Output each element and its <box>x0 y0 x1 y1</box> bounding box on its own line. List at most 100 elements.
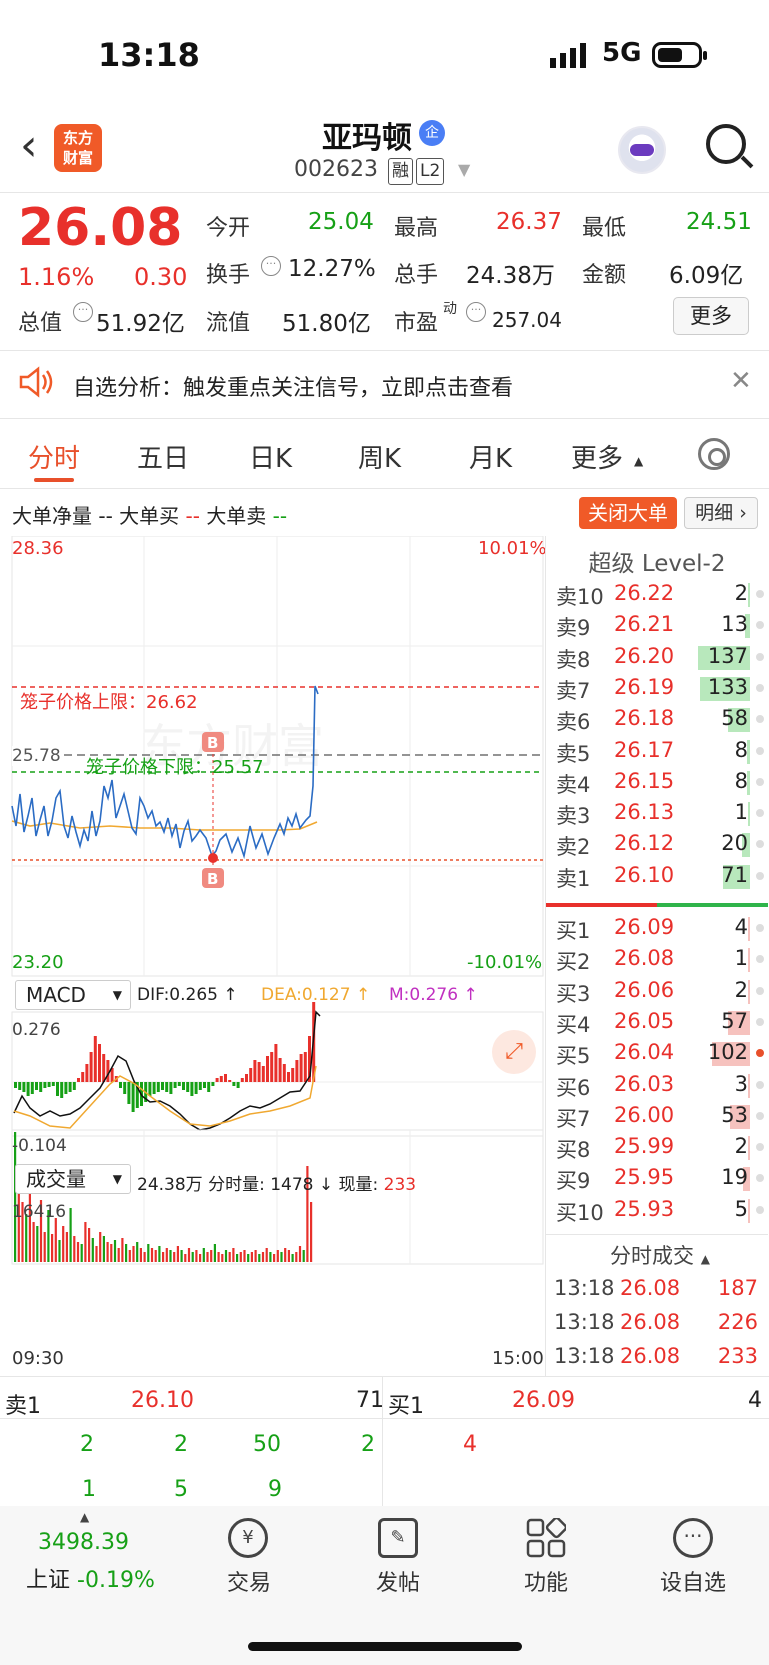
macd-bar <box>282 1064 286 1082</box>
app-logo[interactable]: 东方 财富 <box>54 124 102 172</box>
ask-row[interactable]: 卖5 26.17 8 <box>546 736 768 767</box>
bid-row[interactable]: 买1 26.09 4 <box>546 913 768 944</box>
volume-info: 24.38万 分时量: 1478 ↓ 现量: 233 <box>137 1175 417 1195</box>
mcap-label: 总值 <box>18 311 63 336</box>
volume-bar <box>273 1254 276 1262</box>
post-icon[interactable]: ✎ <box>378 1518 418 1558</box>
macd-bar <box>131 1082 135 1112</box>
ask-row[interactable]: 卖1 26.10 71 <box>546 861 768 892</box>
ask-row[interactable]: 卖2 26.12 20 <box>546 829 768 860</box>
ticks-title[interactable]: 分时成交 ▲ <box>610 1240 710 1270</box>
bid-price: 25.99 <box>614 1134 675 1159</box>
volume-bar <box>284 1248 287 1262</box>
close-icon[interactable]: ✕ <box>730 366 752 396</box>
ask-dot <box>756 652 764 661</box>
notice-text[interactable]: 自选分析：触发重点关注信号，立即点击查看 <box>73 370 513 402</box>
tab-daily-k[interactable]: 日K <box>249 438 292 475</box>
bid-dot <box>756 1080 764 1089</box>
ask-row[interactable]: 卖9 26.21 13 <box>546 610 768 641</box>
ask-row[interactable]: 卖3 26.13 1 <box>546 798 768 829</box>
footer-function[interactable]: 功能 <box>491 1565 601 1597</box>
ask-row[interactable]: 卖8 26.20 137 <box>546 642 768 673</box>
expand-up-icon[interactable]: ▲ <box>80 1510 89 1524</box>
ask-volume: 8 <box>734 768 748 793</box>
tab-more[interactable]: 更多 <box>571 438 623 475</box>
expand-icon[interactable]: ⤢ <box>492 1030 536 1074</box>
info-icon[interactable]: ··· <box>261 256 281 276</box>
volume-select[interactable]: 成交量 ▼ <box>15 1164 131 1194</box>
stock-switch-caret-icon[interactable]: ▼ <box>458 160 470 179</box>
detail-button[interactable]: 明细 › <box>684 497 758 529</box>
volume-bar <box>176 1246 179 1262</box>
bid-row[interactable]: 买6 26.03 3 <box>546 1070 768 1101</box>
ask-row[interactable]: 卖10 26.22 2 <box>546 579 768 610</box>
more-button[interactable]: 更多 <box>673 297 749 335</box>
volume-bar <box>247 1254 250 1262</box>
bottom-ask-price: 26.10 <box>131 1388 194 1413</box>
ask-dot <box>756 621 764 630</box>
footer-post[interactable]: 发帖 <box>343 1565 453 1597</box>
ask-dot <box>756 871 764 880</box>
ask-price: 26.22 <box>614 581 675 605</box>
index-line[interactable]: 上证 -0.19% <box>26 1562 155 1594</box>
bid-row[interactable]: 买4 26.05 57 <box>546 1007 768 1038</box>
chart-bottom-price: 23.20 <box>12 952 64 973</box>
bid-volume-bar <box>748 917 750 941</box>
settings-gear-icon[interactable] <box>698 438 730 470</box>
ask-queue-item: 5 <box>174 1477 188 1502</box>
search-icon[interactable] <box>706 124 746 164</box>
volume-bar <box>291 1254 294 1262</box>
footer-add-watch[interactable]: 设自选 <box>638 1565 748 1597</box>
high-label: 最高 <box>394 216 439 241</box>
close-big-order-button[interactable]: 关闭大单 <box>579 497 677 529</box>
ask-row[interactable]: 卖4 26.15 8 <box>546 767 768 798</box>
ask-dot <box>756 715 764 724</box>
macd-bar <box>47 1082 51 1087</box>
info-icon[interactable]: ··· <box>73 302 93 322</box>
bid-label: 买1 <box>556 919 591 943</box>
more-caret-icon: ▲ <box>634 454 644 468</box>
ask-row[interactable]: 卖7 26.19 133 <box>546 673 768 704</box>
volume-bar <box>195 1250 198 1262</box>
footer-trade[interactable]: 交易 <box>194 1565 304 1597</box>
bid-row[interactable]: 买10 25.93 5 <box>546 1195 768 1226</box>
tab-weekly-k[interactable]: 周K <box>358 438 401 475</box>
index-value[interactable]: 3498.39 <box>38 1530 129 1555</box>
bid-row[interactable]: 买5 26.04 102 <box>546 1038 768 1069</box>
more-dots-icon[interactable]: ··· <box>673 1518 713 1558</box>
tab-monthly-k[interactable]: 月K <box>469 438 512 475</box>
macd-top: 0.276 <box>12 1020 61 1040</box>
macd-bar <box>182 1082 185 1090</box>
trade-icon[interactable]: ¥ <box>228 1518 268 1558</box>
tab-underline <box>34 478 74 482</box>
bid-dot <box>756 1143 764 1152</box>
volume-bar <box>158 1246 161 1262</box>
ask-row[interactable]: 卖6 26.18 58 <box>546 704 768 735</box>
svg-text:B: B <box>207 870 218 888</box>
volume-bar <box>99 1232 102 1262</box>
function-icon[interactable] <box>526 1516 568 1562</box>
macd-bar <box>194 1082 198 1094</box>
macd-bar <box>56 1082 59 1096</box>
intraday-chart[interactable]: 东方财富 B B <box>0 536 546 1376</box>
volume-bar <box>69 1208 72 1262</box>
volume-bar <box>73 1236 76 1262</box>
bid-volume: 102 <box>707 1040 748 1065</box>
volume-bar <box>243 1250 246 1262</box>
bid-row[interactable]: 买8 25.99 2 <box>546 1132 768 1163</box>
volume-bar <box>139 1248 142 1262</box>
bid-row[interactable]: 买2 26.08 1 <box>546 944 768 975</box>
assistant-robot-icon[interactable] <box>618 126 666 174</box>
bid-row[interactable]: 买3 26.06 2 <box>546 976 768 1007</box>
back-icon[interactable]: ‹ <box>20 124 38 168</box>
bid-row[interactable]: 买9 25.95 19 <box>546 1163 768 1194</box>
tab-five-day[interactable]: 五日 <box>137 438 189 475</box>
cage-upper-label: 笼子价格上限：26.62 <box>20 692 198 713</box>
indicator-select[interactable]: MACD ▼ <box>15 980 131 1010</box>
info-icon[interactable]: ··· <box>466 302 486 322</box>
volume-bar <box>76 1242 80 1262</box>
bid-row[interactable]: 买7 26.00 53 <box>546 1101 768 1132</box>
tick-volume: 187 <box>717 1276 758 1300</box>
tab-intraday[interactable]: 分时 <box>28 438 80 475</box>
macd-bar <box>278 1058 282 1082</box>
